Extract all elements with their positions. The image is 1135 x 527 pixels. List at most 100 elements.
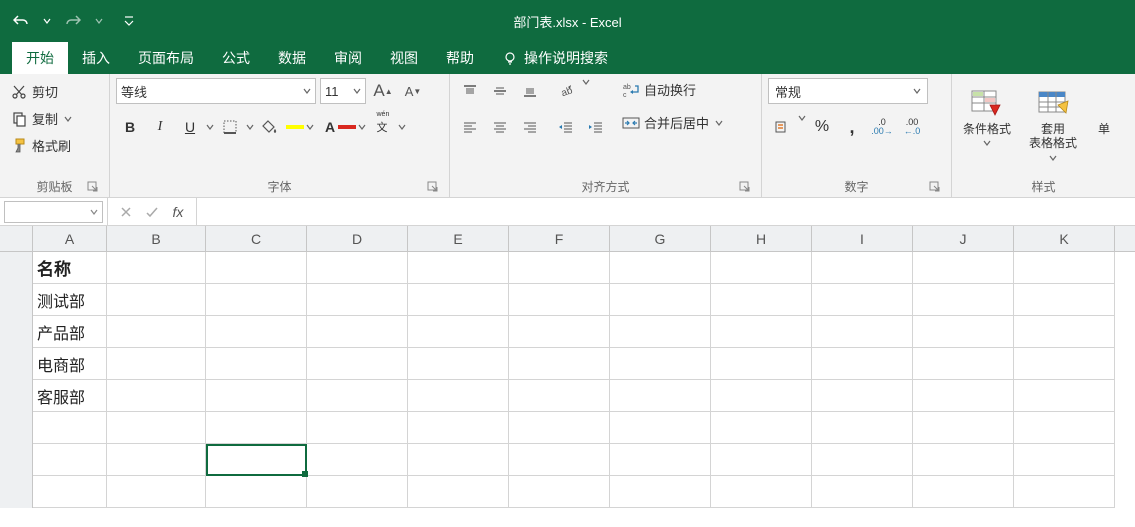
fill-color-dropdown[interactable] <box>306 123 314 131</box>
cell[interactable] <box>812 380 913 412</box>
align-left-button[interactable] <box>456 114 484 140</box>
cell[interactable] <box>1014 252 1115 284</box>
cancel-formula-button[interactable] <box>114 201 138 223</box>
cell[interactable] <box>812 252 913 284</box>
orientation-dropdown[interactable] <box>582 78 590 86</box>
accounting-dropdown[interactable] <box>798 114 806 122</box>
tell-me-search[interactable]: 操作说明搜索 <box>488 42 622 74</box>
bold-button[interactable]: B <box>116 114 144 140</box>
cell[interactable] <box>913 284 1014 316</box>
column-header-H[interactable]: H <box>711 226 812 251</box>
tab-review[interactable]: 审阅 <box>320 42 376 74</box>
undo-dropdown[interactable] <box>34 8 60 34</box>
cell[interactable] <box>107 284 206 316</box>
orientation-button[interactable]: ab <box>552 78 580 104</box>
cell[interactable] <box>509 380 610 412</box>
undo-button[interactable] <box>8 8 34 34</box>
cell[interactable] <box>307 316 408 348</box>
cell[interactable] <box>307 348 408 380</box>
cell[interactable] <box>610 444 711 476</box>
cell[interactable] <box>812 412 913 444</box>
cell[interactable] <box>206 252 307 284</box>
cell[interactable] <box>307 444 408 476</box>
redo-dropdown[interactable] <box>86 8 112 34</box>
cell[interactable] <box>1014 348 1115 380</box>
cell[interactable] <box>206 284 307 316</box>
cell[interactable] <box>711 380 812 412</box>
cell[interactable] <box>408 444 509 476</box>
cell[interactable] <box>913 412 1014 444</box>
decrease-indent-button[interactable] <box>552 114 580 140</box>
cell[interactable] <box>206 348 307 380</box>
cell[interactable] <box>610 284 711 316</box>
cell[interactable] <box>307 412 408 444</box>
column-header-J[interactable]: J <box>913 226 1014 251</box>
cell[interactable] <box>408 476 509 508</box>
cell[interactable] <box>509 284 610 316</box>
font-size-combo[interactable]: 11 <box>320 78 366 104</box>
conditional-formatting-button[interactable]: 条件格式 <box>958 84 1016 151</box>
decrease-font-button[interactable]: A▼ <box>400 78 426 104</box>
cell[interactable] <box>913 316 1014 348</box>
cell[interactable] <box>107 476 206 508</box>
cell[interactable] <box>107 316 206 348</box>
column-header-D[interactable]: D <box>307 226 408 251</box>
font-dialog-launcher[interactable] <box>427 181 441 195</box>
tab-help[interactable]: 帮助 <box>432 42 488 74</box>
cell[interactable] <box>812 476 913 508</box>
cell[interactable] <box>307 252 408 284</box>
cell[interactable] <box>206 476 307 508</box>
phonetic-button[interactable]: wén文 <box>368 114 396 140</box>
column-header-E[interactable]: E <box>408 226 509 251</box>
cell[interactable] <box>33 444 107 476</box>
format-as-table-button[interactable]: 套用表格格式 <box>1024 84 1082 165</box>
cell[interactable] <box>913 380 1014 412</box>
cell[interactable] <box>33 412 107 444</box>
cell[interactable] <box>610 316 711 348</box>
cell[interactable] <box>610 252 711 284</box>
cell[interactable] <box>107 444 206 476</box>
cell[interactable] <box>307 476 408 508</box>
cell[interactable] <box>1014 476 1115 508</box>
copy-button[interactable]: 复制 <box>6 107 76 130</box>
cell[interactable] <box>711 444 812 476</box>
cell[interactable] <box>509 412 610 444</box>
enter-formula-button[interactable] <box>140 201 164 223</box>
tab-home[interactable]: 开始 <box>12 42 68 74</box>
cell[interactable] <box>1014 316 1115 348</box>
cell[interactable] <box>913 444 1014 476</box>
border-dropdown[interactable] <box>246 123 254 131</box>
cell[interactable] <box>711 252 812 284</box>
format-painter-button[interactable]: 格式刷 <box>6 134 76 157</box>
cell[interactable] <box>711 348 812 380</box>
cell[interactable] <box>33 476 107 508</box>
cell[interactable] <box>509 316 610 348</box>
phonetic-dropdown[interactable] <box>398 123 406 131</box>
redo-button[interactable] <box>60 8 86 34</box>
row-headers[interactable] <box>0 252 33 508</box>
cell[interactable] <box>711 476 812 508</box>
cell[interactable] <box>408 380 509 412</box>
cell[interactable] <box>206 380 307 412</box>
cell[interactable] <box>307 380 408 412</box>
cell[interactable] <box>509 476 610 508</box>
underline-dropdown[interactable] <box>206 123 214 131</box>
cell[interactable] <box>812 316 913 348</box>
cell[interactable] <box>107 412 206 444</box>
cell[interactable] <box>509 348 610 380</box>
align-middle-button[interactable] <box>486 78 514 104</box>
increase-decimal-button[interactable]: .0.00→ <box>868 114 896 140</box>
formula-input[interactable] <box>197 198 1135 225</box>
cell-styles-button[interactable]: 单 <box>1090 84 1118 136</box>
align-top-button[interactable] <box>456 78 484 104</box>
column-header-G[interactable]: G <box>610 226 711 251</box>
align-bottom-button[interactable] <box>516 78 544 104</box>
border-button[interactable] <box>216 114 244 140</box>
cell[interactable] <box>711 284 812 316</box>
number-format-combo[interactable]: 常规 <box>768 78 928 104</box>
decrease-decimal-button[interactable]: .00←.0 <box>898 114 926 140</box>
column-header-A[interactable]: A <box>33 226 107 251</box>
cell[interactable] <box>408 412 509 444</box>
font-name-combo[interactable]: 等线 <box>116 78 316 104</box>
italic-button[interactable]: I <box>146 114 174 140</box>
